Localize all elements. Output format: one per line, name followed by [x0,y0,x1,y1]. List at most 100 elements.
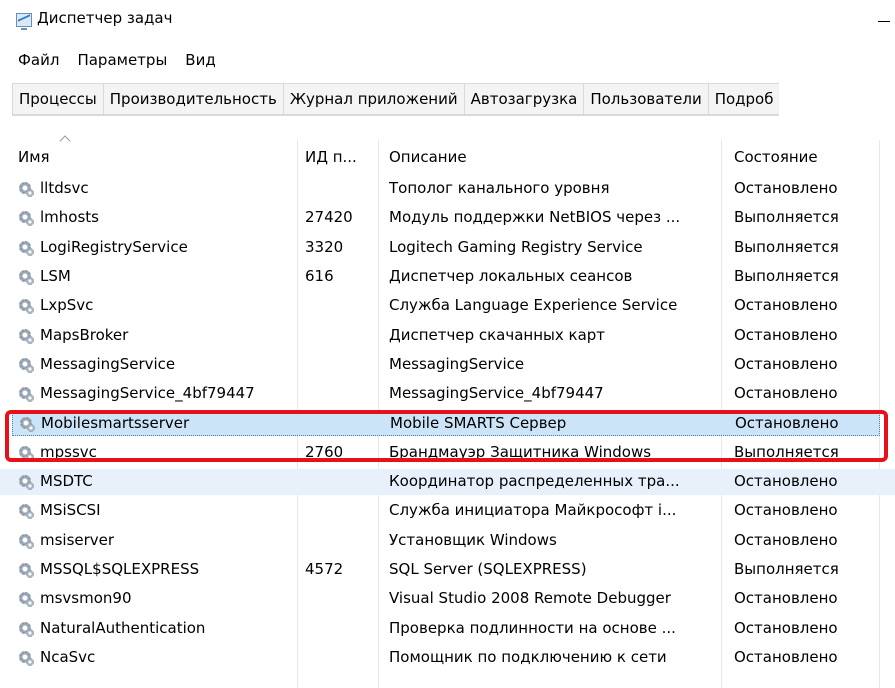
service-name: NaturalAuthentication [40,618,206,637]
service-name: MSSQL$SQLEXPRESS [40,559,200,578]
service-status: Остановлено [734,384,838,403]
service-status: Остановлено [734,325,838,344]
service-gear-icon [17,356,35,374]
service-gear-icon [17,180,35,198]
service-description: SQL Server (SQLEXPRESS) [389,559,587,578]
table-header: Имя ИД п... Описание Состояние [0,140,895,174]
table-row[interactable]: msiserver Установщик Windows Остановлено [0,528,895,554]
service-description: Помощник по подключению к сети [389,647,667,666]
table-row[interactable]: lltdsvc Тополог канального уровня Остановл… [0,176,895,202]
service-status: Остановлено [734,354,838,373]
service-pid: 4572 [305,559,344,578]
table-row[interactable]: LSM 616 Диспетчер локальных сеансов Выполня… [0,264,895,290]
minimize-button[interactable] [872,12,895,32]
table-row[interactable]: MapsBroker Диспетчер скачанных карт Остано… [0,323,895,349]
service-gear-icon [17,649,35,667]
tab-startup[interactable]: Автозагрузка [463,83,584,115]
tab-app-history[interactable]: Журнал приложений [282,83,464,115]
service-status: Выполняется [734,208,839,227]
menu-options[interactable]: Параметры [68,48,176,72]
service-status: Остановлено [734,472,838,490]
window-title: Диспетчер задач [37,9,173,27]
service-gear-icon [17,532,35,550]
service-description: MessagingService [389,354,525,373]
service-description: Проверка подлинности на основе ... [389,618,676,637]
table-row[interactable]: NcaSvc Помощник по подключению к сети Оста… [0,645,895,671]
column-header-description[interactable]: Описание [389,148,467,166]
tab-strip: Процессы Производительность Журнал прило… [12,83,780,116]
service-name: lltdsvc [40,179,89,197]
task-manager-icon [16,13,32,30]
tab-details[interactable]: Подроб [707,83,780,115]
tab-users[interactable]: Пользователи [583,83,708,115]
service-pid: 27420 [305,208,353,227]
service-gear-icon [17,473,35,491]
service-status: Остановлено [734,179,838,197]
service-gear-icon [17,327,35,345]
table-row[interactable]: MessagingService MessagingService Остановл… [0,352,895,378]
service-status: Остановлено [734,530,838,549]
service-name: LogiRegistryService [40,237,188,256]
service-name: MSiSCSI [40,501,101,520]
service-pid: 616 [305,266,334,285]
column-header-status[interactable]: Состояние [734,148,818,166]
service-description: MessagingService_4bf79447 [389,384,604,403]
title-bar: Диспетчер задач [0,0,895,36]
service-name: MessagingService [40,354,176,373]
menu-view[interactable]: Вид [176,48,224,72]
service-name: msiserver [40,530,115,549]
service-description: Тополог канального уровня [389,179,610,197]
table-row[interactable]: LogiRegistryService 3320 Logitech Gaming R… [0,235,895,261]
service-name: MSDTC [40,472,93,490]
service-name: NcaSvc [40,647,96,666]
service-gear-icon [17,268,35,286]
service-description: Диспетчер локальных сеансов [389,266,633,285]
service-gear-icon [17,385,35,403]
service-gear-icon [17,561,35,579]
service-status: Остановлено [734,589,838,608]
service-description: Logitech Gaming Registry Service [389,237,643,256]
service-description: Диспетчер скачанных карт [389,325,606,344]
service-description: Служба инициатора Майкрософт i... [389,501,677,520]
service-name: MapsBroker [40,325,129,344]
highlight-annotation [5,410,888,462]
table-row[interactable]: MessagingService_4bf79447 MessagingServic… [0,381,895,407]
service-description: Служба Language Experience Service [389,296,678,315]
table-row[interactable]: MSiSCSI Служба инициатора Майкрософт i...… [0,498,895,524]
service-status: Выполняется [734,266,839,285]
service-status: Выполняется [734,237,839,256]
table-row[interactable]: LxpSvc Служба Language Experience Service… [0,293,895,319]
service-name: msvsmon90 [40,589,132,608]
service-gear-icon [17,297,35,315]
service-status: Выполняется [734,559,839,578]
service-pid: 3320 [305,237,344,256]
tab-processes[interactable]: Процессы [12,83,103,115]
service-gear-icon [17,620,35,638]
tab-performance[interactable]: Производительность [102,83,283,115]
table-row[interactable]: lmhosts 27420 Модуль поддержки NetBIOS чер… [0,205,895,231]
table-row[interactable]: MSSQL$SQLEXPRESS 4572 SQL Server (SQLEXPRE… [0,557,895,583]
service-gear-icon [17,239,35,257]
service-status: Остановлено [734,618,838,637]
service-description: Установщик Windows [389,530,557,549]
table-row[interactable]: MSDTC Координатор распределенных тра... Ос… [0,469,895,495]
service-description: Координатор распределенных тра... [389,472,680,490]
service-status: Остановлено [734,647,838,666]
service-gear-icon [17,590,35,608]
service-description: Visual Studio 2008 Remote Debugger [389,589,671,608]
service-description: Модуль поддержки NetBIOS через ... [389,208,681,227]
service-name: LSM [40,266,71,285]
service-status: Остановлено [734,501,838,520]
service-gear-icon [17,209,35,227]
service-gear-icon [17,502,35,520]
table-row[interactable]: NaturalAuthentication Проверка подлинност… [0,616,895,642]
column-header-pid[interactable]: ИД п... [305,148,357,166]
column-header-name[interactable]: Имя [18,148,50,166]
service-name: lmhosts [40,208,99,227]
table-row[interactable]: msvsmon90 Visual Studio 2008 Remote Debug… [0,586,895,612]
menu-bar: Файл Параметры Вид [0,48,225,72]
service-name: MessagingService_4bf79447 [40,384,255,403]
menu-file[interactable]: Файл [0,48,68,72]
service-status: Остановлено [734,296,838,315]
service-name: LxpSvc [40,296,94,315]
